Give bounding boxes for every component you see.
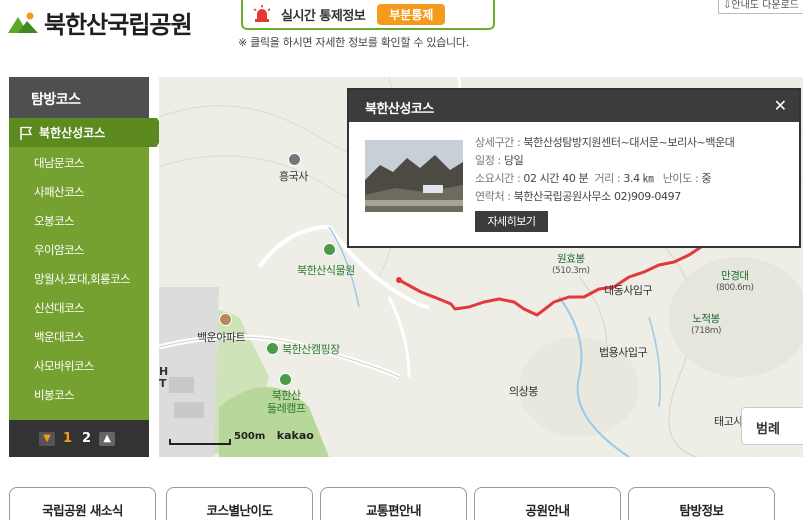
- peak-name: 원효봉: [557, 253, 585, 265]
- park-title: 북한산국립공원: [44, 10, 193, 39]
- info-value: 북한산국립공원사무소 02)909-0497: [513, 190, 682, 203]
- peak-elev: (718m): [691, 326, 721, 336]
- peak-wonhyo: 원효봉 (510.3m): [552, 253, 590, 277]
- status-note: ※ 클릭을 하시면 자세한 정보를 확인할 수 있습니다.: [238, 36, 469, 49]
- kakao-brand: kakao: [276, 429, 314, 442]
- sidebar-item[interactable]: 비봉코스: [9, 379, 149, 408]
- map-scale: 500m kakao: [169, 429, 314, 442]
- course-photo: [365, 140, 463, 212]
- info-row-section: 상세구간 : 북한산성탐방지원센터~대서문~보리사~백운대: [475, 136, 735, 149]
- tab-transport[interactable]: 교통편안내: [320, 487, 467, 520]
- map-label-camp2: 북한산 둘레캠프: [267, 389, 306, 415]
- sidebar-item[interactable]: 오봉코스: [9, 205, 149, 234]
- info-key: 상세구간: [475, 136, 514, 149]
- course-info-popup: 북한산성코스 ✕ 상세구간 : 북한산성탐방지원센터~대서문~보리사~백운대 일…: [347, 88, 801, 248]
- legend-button[interactable]: 범례: [741, 407, 803, 445]
- chevron-up-icon[interactable]: ▲: [99, 431, 116, 446]
- camping-icon[interactable]: [266, 342, 279, 355]
- page-1[interactable]: 1: [63, 431, 72, 446]
- peak-elev: (510.3m): [552, 266, 590, 276]
- distance-value: 3.4 ㎞: [623, 172, 654, 185]
- tab-park-info[interactable]: 공원안내: [474, 487, 621, 520]
- info-key: 일정: [475, 154, 495, 167]
- legend-label: 범례: [756, 422, 780, 437]
- sidebar-item-active[interactable]: 북한산성코스: [9, 118, 166, 147]
- level-key: 난이도: [662, 172, 693, 185]
- sidebar-pager: ▼ 1 2 ▲: [9, 420, 149, 457]
- mountain-logo-icon: [8, 12, 38, 33]
- distance-key: 거리: [594, 172, 614, 185]
- peak-name: 노적봉: [692, 313, 720, 325]
- realtime-control-info[interactable]: 실시간 통제정보 부분통제: [241, 0, 495, 30]
- map-label-daedong: 대동사입구: [604, 284, 653, 297]
- sidebar-item[interactable]: 우이암코스: [9, 234, 149, 263]
- bottom-tabs: 국립공원 새소식 코스별난이도 교통편안내 공원안내 탐방정보: [9, 487, 803, 520]
- arboretum-icon[interactable]: [323, 243, 336, 256]
- time-value: 02 시간 40 분: [523, 172, 589, 185]
- sidebar-title: 탐방코스: [9, 77, 149, 118]
- info-value: 당일: [503, 154, 524, 167]
- info-row-schedule: 일정 : 당일: [475, 154, 524, 167]
- chevron-down-icon[interactable]: ▼: [39, 431, 55, 446]
- popup-info: 상세구간 : 북한산성탐방지원센터~대서문~보리사~백운대 일정 : 당일 소요…: [475, 134, 735, 206]
- sidebar-item-label: 북한산성코스: [39, 126, 106, 140]
- map-label-temple: 흥국사: [279, 170, 308, 183]
- map-label-uisang: 의상봉: [509, 385, 538, 398]
- status-label: 실시간 통제정보: [281, 8, 366, 24]
- close-icon[interactable]: ✕: [774, 96, 787, 115]
- sidebar-item[interactable]: 사모바위코스: [9, 350, 149, 379]
- peak-nojeok: 노적봉 (718m): [691, 313, 721, 337]
- info-row-contact: 연락처 : 북한산국립공원사무소 02)909-0497: [475, 190, 682, 203]
- course-sidebar: 탐방코스 북한산성코스 대남문코스 사패산코스 오봉코스 우이암코스 망월사,포…: [9, 77, 166, 457]
- peak-name: 만경대: [721, 270, 749, 282]
- tab-news[interactable]: 국립공원 새소식: [9, 487, 156, 520]
- park-logo[interactable]: 북한산국립공원: [8, 6, 193, 39]
- sidebar-item[interactable]: 백운대코스: [9, 321, 149, 350]
- map-label-taego: 태고사: [714, 415, 743, 428]
- scale-label: 500m: [234, 431, 266, 442]
- temple-icon[interactable]: [288, 153, 301, 166]
- page-2[interactable]: 2: [82, 431, 91, 446]
- camp2-line1: 북한산: [271, 389, 301, 402]
- status-badge[interactable]: 부분통제: [377, 3, 446, 25]
- map-label-t: T: [159, 377, 167, 390]
- sidebar-item[interactable]: 신선대코스: [9, 292, 149, 321]
- siren-icon: [253, 5, 271, 22]
- camp2-line2: 둘레캠프: [267, 402, 306, 415]
- course-list: 대남문코스 사패산코스 오봉코스 우이암코스 망월사,포대,회룡코스 신선대코스…: [9, 147, 149, 408]
- tab-visit-info[interactable]: 탐방정보: [628, 487, 775, 520]
- download-label: 안내도 다운로드: [731, 0, 799, 11]
- tab-difficulty[interactable]: 코스별난이도: [166, 487, 313, 520]
- map-label-apartment: 백운아파트: [197, 331, 246, 344]
- flag-icon: [20, 126, 33, 140]
- info-key: 소요시간: [475, 172, 514, 185]
- info-row-time: 소요시간 : 02 시간 40 분 거리 : 3.4 ㎞ 난이도 : 중: [475, 172, 712, 185]
- download-map-button[interactable]: ⇩안내도 다운로드: [718, 0, 803, 14]
- info-key: 연락처: [475, 190, 505, 203]
- level-value: 중: [701, 172, 712, 185]
- map-label-arboretum: 북한산식물원: [297, 264, 355, 277]
- map-label-beopyong: 법용사입구: [599, 346, 648, 359]
- sidebar-item[interactable]: 망월사,포대,회룡코스: [9, 263, 149, 292]
- popup-title: 북한산성코스: [349, 90, 799, 122]
- peak-elev: (800.6m): [716, 283, 754, 293]
- camp2-icon[interactable]: [279, 373, 292, 386]
- map-label-camping: 북한산캠핑장: [282, 343, 340, 356]
- apartment-icon[interactable]: [219, 313, 232, 326]
- sidebar-item[interactable]: 대남문코스: [9, 147, 149, 176]
- detail-button[interactable]: 자세히보기: [475, 211, 548, 232]
- info-value: 북한산성탐방지원센터~대서문~보리사~백운대: [523, 136, 735, 149]
- peak-mangyeong: 만경대 (800.6m): [716, 270, 754, 294]
- sidebar-item[interactable]: 사패산코스: [9, 176, 149, 205]
